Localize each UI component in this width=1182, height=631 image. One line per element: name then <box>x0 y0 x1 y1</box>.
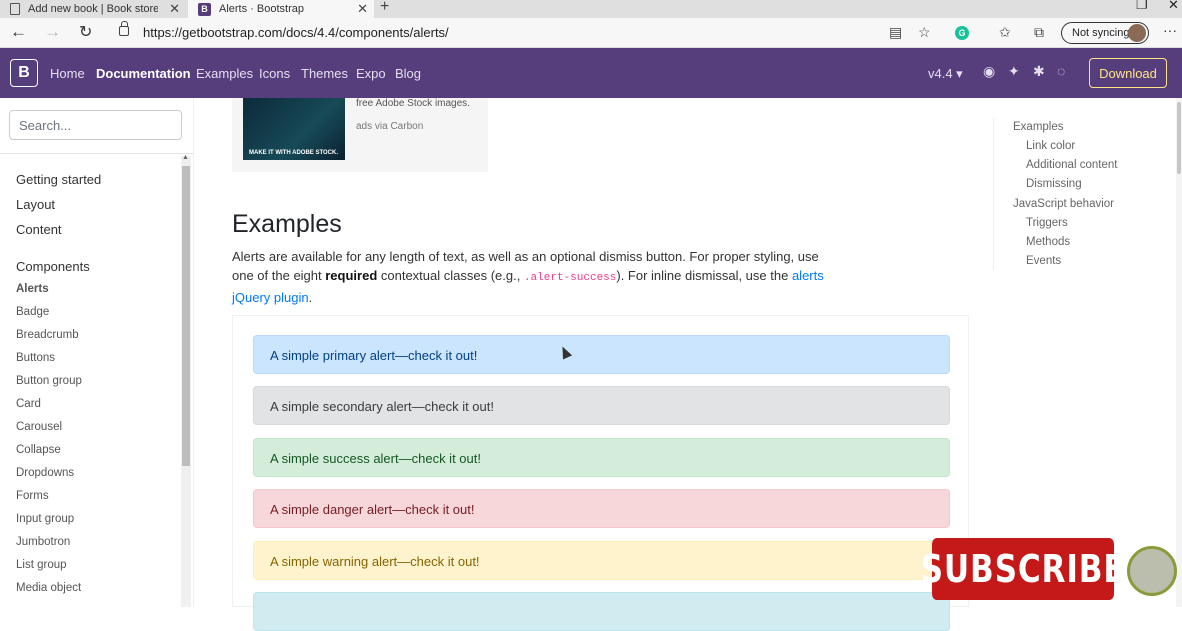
intro-bold: required <box>325 268 378 283</box>
sidebar-item-button-group[interactable]: Button group <box>16 375 82 387</box>
intro-text-end: . <box>308 290 313 305</box>
nav-expo[interactable]: Expo <box>356 66 386 81</box>
twitter-icon[interactable]: ✦ <box>1008 63 1020 80</box>
nav-documentation[interactable]: Documentation <box>96 66 191 81</box>
alert-info <box>253 592 950 631</box>
intro-text-2: contextual classes (e.g., <box>377 268 524 283</box>
sidebar-item-card[interactable]: Card <box>16 398 41 410</box>
sidebar-item-list-group[interactable]: List group <box>16 559 67 571</box>
carbon-ad[interactable]: MAKE IT WITH ADOBE STOCK. free Adobe Sto… <box>232 98 488 172</box>
window-close-icon[interactable]: ✕ <box>1168 0 1179 13</box>
tab-title: Alerts · Bootstrap <box>219 3 304 15</box>
sidebar-item-dropdowns[interactable]: Dropdowns <box>16 467 74 479</box>
sidebar-item-layout[interactable]: Layout <box>16 197 55 212</box>
nav-themes[interactable]: Themes <box>301 66 348 81</box>
alert-success: A simple success alert—check it out! <box>253 438 950 477</box>
close-icon[interactable]: ✕ <box>169 1 180 17</box>
inline-code: .alert-success <box>523 272 617 284</box>
toc-events[interactable]: Events <box>1026 255 1061 267</box>
sidebar-item-badge[interactable]: Badge <box>16 306 49 318</box>
url-field[interactable]: https://getbootstrap.com/docs/4.4/compon… <box>143 25 449 40</box>
profile-sync-label: Not syncing <box>1072 27 1130 39</box>
ad-text[interactable]: free Adobe Stock images. <box>356 98 470 109</box>
grammarly-icon[interactable]: G <box>955 26 969 40</box>
refresh-icon[interactable]: ↻ <box>79 22 92 42</box>
sidebar-scroll-thumb[interactable] <box>182 166 190 466</box>
intro-text-3: ). For inline dismissal, use the <box>616 268 792 283</box>
alert-danger: A simple danger alert—check it out! <box>253 489 950 528</box>
page-scrollbar[interactable] <box>1176 98 1182 607</box>
favorite-star-icon[interactable]: ☆ <box>918 24 931 41</box>
example-frame: A simple primary alert—check it out! A s… <box>232 315 969 631</box>
table-of-contents: Examples Link color Additional content D… <box>993 118 1153 270</box>
toc-dismissing[interactable]: Dismissing <box>1026 178 1082 190</box>
more-menu-icon[interactable]: ··· <box>1163 22 1177 38</box>
sidebar-item-alerts[interactable]: Alerts <box>16 283 49 295</box>
scroll-up-icon[interactable]: ▲ <box>182 154 189 161</box>
site-navbar: B Home Documentation Examples Icons Them… <box>0 48 1182 98</box>
sidebar-item-carousel[interactable]: Carousel <box>16 421 62 433</box>
version-dropdown[interactable]: v4.4 ▾ <box>928 66 963 82</box>
sidebar-item-breadcrumb[interactable]: Breadcrumb <box>16 329 79 341</box>
avatar <box>1128 24 1146 42</box>
sidebar-item-buttons[interactable]: Buttons <box>16 352 55 364</box>
toc-additional-content[interactable]: Additional content <box>1026 159 1117 171</box>
tab-book-store[interactable]: Add new book | Book store appl ✕ <box>0 0 186 18</box>
page-section-heading: Examples <box>232 210 342 238</box>
toc-methods[interactable]: Methods <box>1026 236 1070 248</box>
sidebar-item-forms[interactable]: Forms <box>16 490 49 502</box>
toc-triggers[interactable]: Triggers <box>1026 217 1068 229</box>
open-collective-icon[interactable]: ◌ <box>1057 63 1065 79</box>
sidebar-item-media-object[interactable]: Media object <box>16 582 81 594</box>
tab-alerts-bootstrap[interactable]: B Alerts · Bootstrap ✕ <box>188 0 374 18</box>
alert-warning: A simple warning alert—check it out! <box>253 541 950 580</box>
lock-icon <box>119 21 129 36</box>
download-button[interactable]: Download <box>1089 58 1167 88</box>
sidebar-item-components[interactable]: Components <box>16 259 90 274</box>
nav-icons[interactable]: Icons <box>259 66 290 81</box>
toc-examples[interactable]: Examples <box>1013 121 1064 133</box>
sidebar-scrollbar[interactable]: ▲ <box>181 154 191 607</box>
channel-logo-icon <box>1127 546 1177 596</box>
bootstrap-logo[interactable]: B <box>10 59 38 87</box>
intro-paragraph: Alerts are available for any length of t… <box>232 247 832 307</box>
page-scroll-thumb[interactable] <box>1177 102 1181 174</box>
sidebar-item-jumbotron[interactable]: Jumbotron <box>16 536 70 548</box>
subscribe-button[interactable]: SUBSCRIBE <box>921 538 1125 600</box>
ad-image-caption: MAKE IT WITH ADOBE STOCK. <box>249 150 338 156</box>
toc-link-color[interactable]: Link color <box>1026 140 1075 152</box>
divider <box>0 153 194 154</box>
ad-via-link[interactable]: ads via Carbon <box>356 121 423 132</box>
restore-icon[interactable]: ❐ <box>1136 0 1148 13</box>
new-tab-button[interactable]: + <box>380 0 389 16</box>
close-icon[interactable]: ✕ <box>357 1 368 17</box>
nav-home[interactable]: Home <box>50 66 85 81</box>
favorites-list-icon[interactable]: ✩ <box>999 24 1011 41</box>
github-icon[interactable]: ◉ <box>983 63 995 80</box>
nav-blog[interactable]: Blog <box>395 66 421 81</box>
address-bar: ← → ↻ https://getbootstrap.com/docs/4.4/… <box>0 18 1182 48</box>
search-input[interactable] <box>9 110 182 140</box>
profile-sync-button[interactable]: Not syncing <box>1061 22 1149 44</box>
ad-image[interactable]: MAKE IT WITH ADOBE STOCK. <box>243 98 345 160</box>
alert-secondary: A simple secondary alert—check it out! <box>253 386 950 425</box>
alert-warning-text: A simple warning alert—check it out! <box>270 554 480 569</box>
tab-title: Add new book | Book store appl <box>28 3 158 15</box>
docs-sidebar: Getting started Layout Content Component… <box>0 98 194 607</box>
document-icon <box>10 3 20 15</box>
browser-tab-bar: Add new book | Book store appl ✕ B Alert… <box>0 0 1182 18</box>
alert-primary: A simple primary alert—check it out! <box>253 335 950 374</box>
sidebar-item-getting-started[interactable]: Getting started <box>16 172 101 187</box>
nav-examples[interactable]: Examples <box>196 66 253 81</box>
forward-icon[interactable]: → <box>44 22 61 42</box>
sidebar-item-content[interactable]: Content <box>16 222 62 237</box>
bootstrap-icon: B <box>198 2 211 16</box>
slack-icon[interactable]: ✱ <box>1033 63 1045 80</box>
collections-icon[interactable]: ⧉ <box>1034 24 1044 41</box>
toc-javascript-behavior[interactable]: JavaScript behavior <box>1013 198 1114 210</box>
reader-mode-icon[interactable]: ▤ <box>889 24 902 41</box>
sidebar-item-input-group[interactable]: Input group <box>16 513 74 525</box>
sidebar-item-collapse[interactable]: Collapse <box>16 444 61 456</box>
back-icon[interactable]: ← <box>10 22 27 42</box>
